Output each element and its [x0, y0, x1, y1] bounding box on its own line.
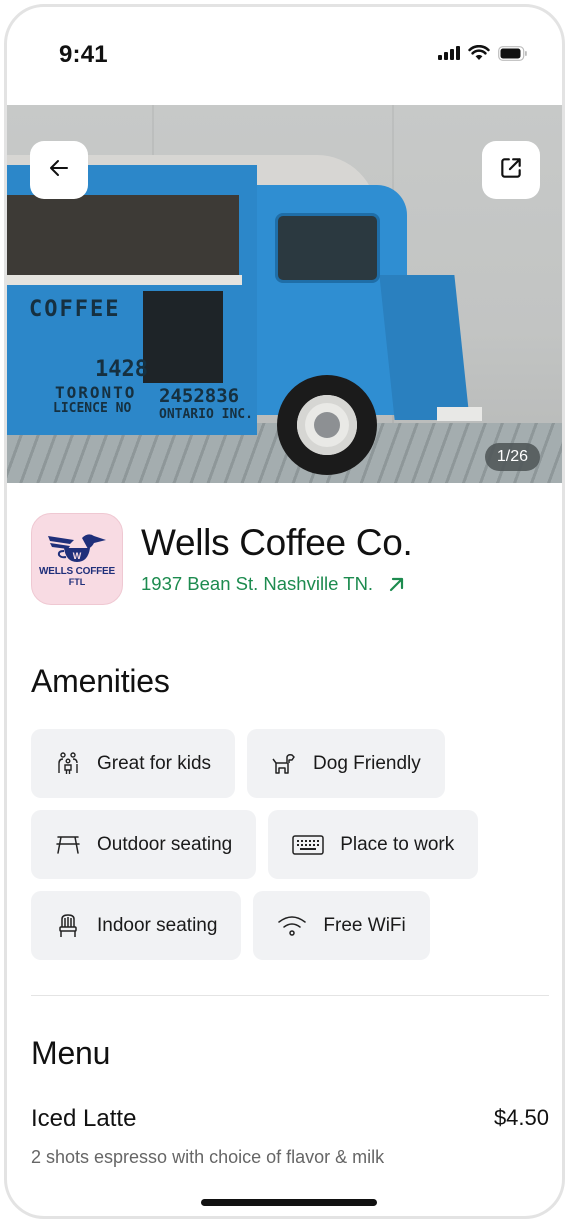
amenity-chip-dog-friendly[interactable]: Dog Friendly — [247, 729, 445, 798]
truck-licence-number: 1428 — [95, 357, 148, 382]
back-button[interactable] — [30, 141, 88, 199]
menu-item-description: 2 shots espresso with choice of flavor &… — [31, 1147, 385, 1167]
amenity-chip-outdoor-seating[interactable]: Outdoor seating — [31, 810, 257, 879]
section-divider — [31, 995, 549, 996]
amenity-chip-great-for-kids[interactable]: Great for kids — [31, 729, 236, 798]
amenities-heading: Amenities — [31, 663, 170, 699]
truck-company-number: 2452836 — [159, 385, 240, 407]
amenity-label: Place to work — [340, 833, 455, 855]
logo-sub-text: FTL — [68, 576, 86, 587]
amenities-list: Great for kids Dog Friendly Outdoor seat… — [31, 729, 551, 972]
address-text: 1937 Bean St. Nashville TN. — [141, 573, 374, 595]
svg-text:W: W — [73, 551, 82, 561]
truck-wheel-hub — [314, 412, 340, 438]
brand-logo: W WELLS COFFEE FTL — [31, 513, 123, 605]
share-external-icon — [498, 155, 524, 186]
amenity-label: Free WiFi — [323, 914, 406, 936]
truck-menu-board — [143, 291, 223, 383]
amenity-chip-indoor-seating[interactable]: Indoor seating — [31, 891, 242, 960]
wifi-icon — [468, 45, 490, 61]
truck-licence-city: TORONTO — [55, 383, 137, 402]
truck-counter — [7, 275, 242, 285]
menu-item-price: $4.50 — [493, 1105, 549, 1130]
place-title-block: Wells Coffee Co. 1937 Bean St. Nashville… — [141, 521, 413, 596]
truck-serving-window — [7, 195, 239, 275]
truck-cab-window — [275, 213, 380, 283]
home-indicator[interactable] — [201, 1199, 377, 1206]
place-name: Wells Coffee Co. — [141, 521, 413, 563]
truck-side-text: COFFEE — [29, 297, 121, 322]
truck-nose — [379, 275, 470, 420]
picnic-table-icon — [55, 832, 81, 858]
menu-heading: Menu — [31, 1035, 111, 1071]
amenity-label: Indoor seating — [97, 914, 218, 936]
amenity-chip-place-to-work[interactable]: Place to work — [268, 810, 479, 879]
amenity-label: Great for kids — [97, 752, 212, 774]
place-header: W WELLS COFFEE FTL Wells Coffee Co. 1937… — [31, 513, 413, 605]
cellular-signal-icon — [438, 46, 460, 60]
wifi-icon — [277, 913, 307, 939]
amenity-chip-free-wifi[interactable]: Free WiFi — [253, 891, 430, 960]
share-button[interactable] — [482, 141, 540, 199]
status-bar: 9:41 — [7, 7, 562, 107]
family-icon — [55, 751, 81, 777]
battery-icon — [498, 45, 528, 61]
chair-icon — [55, 913, 81, 939]
amenity-label: Dog Friendly — [313, 752, 421, 774]
keyboard-icon — [292, 832, 324, 858]
status-time: 9:41 — [59, 41, 108, 68]
status-icons — [438, 45, 528, 61]
truck-licence-label: LICENCE NO — [53, 401, 132, 416]
arrow-up-right-icon — [387, 575, 405, 593]
dog-icon — [271, 751, 297, 777]
menu-item[interactable]: Iced Latte $4.50 2 shots espresso with c… — [31, 1105, 549, 1171]
logo-brand-text: WELLS COFFEE — [39, 565, 115, 577]
address-link[interactable]: 1937 Bean St. Nashville TN. — [141, 573, 412, 595]
amenity-label: Outdoor seating — [97, 833, 233, 855]
menu-item-name: Iced Latte — [31, 1105, 137, 1132]
phone-frame: 9:41 COFFEE 1428 TORONTO LICENCE NO 2452… — [4, 4, 565, 1219]
pelican-cup-icon: W — [48, 533, 106, 562]
photo-counter-badge: 1/26 — [484, 443, 540, 471]
truck-company-name: ONTARIO INC. — [159, 407, 253, 422]
hero-photo[interactable]: COFFEE 1428 TORONTO LICENCE NO 2452836 O… — [7, 105, 562, 483]
truck-bumper — [437, 407, 482, 421]
arrow-left-icon — [47, 156, 71, 185]
